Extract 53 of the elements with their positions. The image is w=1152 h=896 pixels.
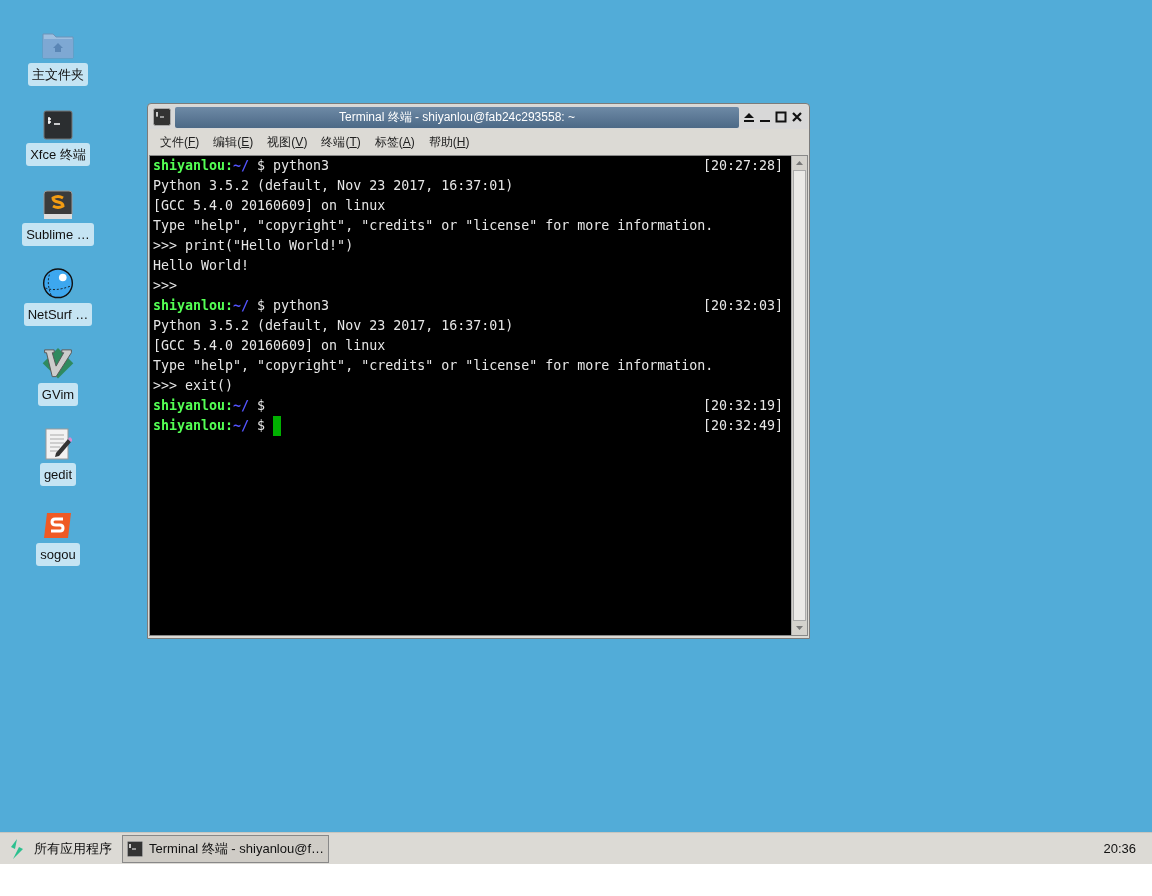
output-line: [GCC 5.4.0 20160609] on linux — [153, 197, 387, 215]
applications-menu-button[interactable]: 所有应用程序 — [8, 837, 112, 860]
clock: 20:36 — [1103, 839, 1137, 858]
menu-item[interactable]: 帮助(H) — [428, 133, 470, 151]
vim-icon — [40, 347, 76, 380]
window-title: Terminal 终端 - shiyanlou@fab24c293558: ~ — [339, 109, 575, 126]
prompt-user: shiyanlou: — [153, 157, 234, 175]
output-line: Type "help", "copyright", "credits" or "license" for more information. — [153, 217, 715, 235]
output-line: Python 3.5.2 (default, Nov 23 2017, 16:37:01) — [153, 317, 515, 335]
timestamp: [20:32:49] — [702, 417, 783, 435]
maximize-icon[interactable] — [775, 111, 787, 123]
prompt-path: ~/ — [233, 297, 250, 315]
command-text: $ — [257, 397, 266, 415]
desktop-icon-label[interactable]: sogou — [36, 542, 80, 566]
output-line: >>> — [153, 277, 179, 295]
app-logo-icon — [8, 837, 26, 860]
output-line: Type "help", "copyright", "credits" or "license" for more information. — [153, 357, 715, 375]
prompt-path: ~/ — [233, 157, 250, 175]
sublime-text-icon — [42, 189, 74, 220]
output-line: >>> exit() — [153, 377, 235, 395]
menu-item[interactable]: 编辑(E) — [213, 133, 254, 151]
globe-icon — [41, 267, 75, 300]
prompt-path: ~/ — [233, 417, 250, 435]
prompt-path: ~/ — [233, 397, 250, 415]
command-text: $ python3 — [257, 157, 330, 175]
menu-item[interactable]: 文件(F) — [160, 133, 200, 151]
desktop-icon-label[interactable]: Xfce 终端 — [26, 142, 90, 166]
menu-item[interactable]: 标签(A) — [374, 133, 415, 151]
output-line: [GCC 5.4.0 20160609] on linux — [153, 337, 387, 355]
terminal-icon — [43, 109, 73, 140]
terminal-icon[interactable] — [153, 108, 171, 126]
text-editor-icon — [44, 427, 72, 460]
taskbar-task[interactable]: Terminal 终端 - shiyanlou@f… — [122, 834, 330, 863]
timestamp: [20:32:19] — [702, 397, 783, 415]
close-icon[interactable] — [791, 111, 803, 123]
timestamp: [20:32:03] — [702, 297, 783, 315]
prompt-user: shiyanlou: — [153, 397, 234, 415]
output-line: Python 3.5.2 (default, Nov 23 2017, 16:37:01) — [153, 177, 515, 195]
menu-item[interactable]: 视图(V) — [267, 133, 308, 151]
command-text: $ python3 — [257, 297, 330, 315]
vertical-scrollbar[interactable] — [791, 156, 807, 635]
output-line: >>> print("Hello World!") — [153, 237, 355, 255]
timestamp: [20:27:28] — [702, 157, 783, 175]
menu-item[interactable]: 终端(T) — [321, 133, 361, 151]
prompt-user: shiyanlou: — [153, 297, 234, 315]
output-line: Hello World! — [153, 257, 251, 275]
desktop-icon-label[interactable]: Sublime … — [22, 222, 94, 246]
prompt-user: shiyanlou: — [153, 417, 234, 435]
shade-icon[interactable] — [743, 111, 755, 123]
scrollbar-thumb[interactable] — [793, 170, 806, 621]
command-text: $ — [257, 417, 266, 435]
terminal-icon — [127, 840, 143, 857]
desktop-icon-label[interactable]: 主文件夹 — [28, 62, 88, 86]
